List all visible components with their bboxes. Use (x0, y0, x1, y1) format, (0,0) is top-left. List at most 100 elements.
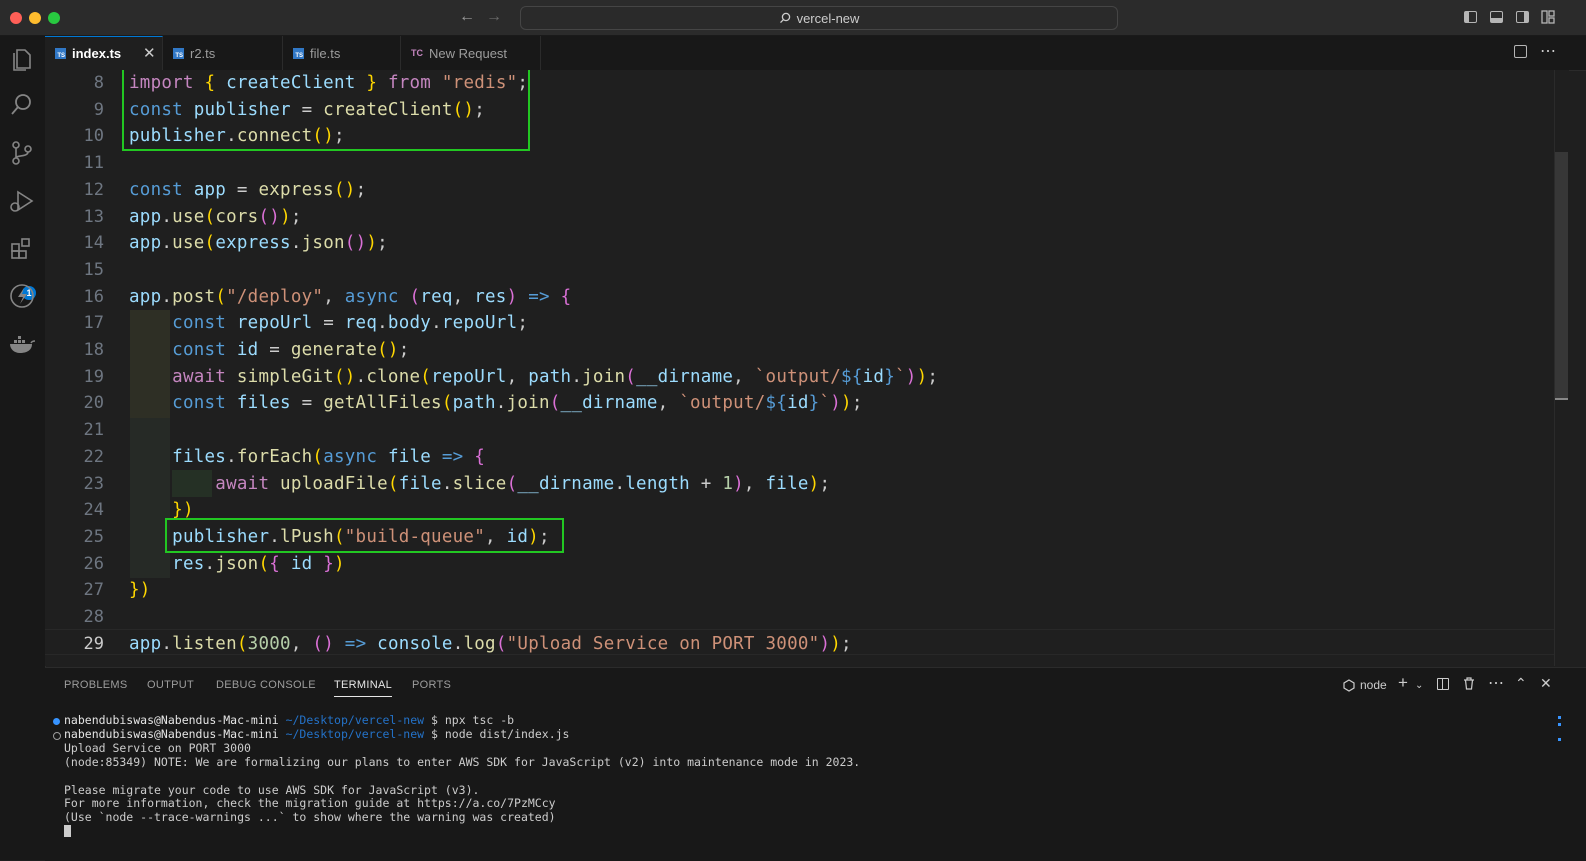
typescript-file-icon: TS (293, 47, 304, 59)
minimize-window-button[interactable] (29, 12, 41, 24)
terminal-line: For more information, check the migratio… (64, 796, 556, 811)
highlight-box-lpush (165, 518, 564, 553)
line-number: 18 (83, 340, 104, 360)
code-line: const app = express(); (129, 179, 367, 200)
line-number: 22 (83, 446, 104, 467)
line-number: 25 (83, 526, 104, 547)
title-bar: ← → vercel-new (0, 0, 1586, 36)
line-number: 13 (83, 206, 104, 227)
line-number: 28 (83, 607, 104, 627)
code-line: const files = getAllFiles(path.join(__di… (172, 393, 863, 414)
code-line: app.listen(3000, () => console.log("Uplo… (129, 633, 852, 654)
line-number: 23 (83, 473, 104, 494)
terminal-shell-name[interactable]: node (1360, 678, 1387, 692)
line-number: 14 (83, 233, 104, 254)
line-number: 26 (83, 553, 104, 574)
close-icon[interactable]: ✕ (143, 44, 156, 62)
run-debug-icon[interactable] (7, 186, 37, 216)
code-editor[interactable]: 8 9 10 11 12 13 14 15 16 17 18 19 20 21 … (45, 70, 1554, 666)
editor-tab-bar: TS index.ts ✕ TS r2.ts TS file.ts TC New… (45, 36, 1586, 71)
line-number: 19 (83, 366, 104, 387)
prompt-user: nabendubiswas@Nabendus-Mac-mini (64, 713, 279, 727)
command-center[interactable]: vercel-new (520, 6, 1118, 30)
search-icon[interactable] (7, 90, 37, 120)
chevron-down-icon[interactable]: ⌄ (1415, 680, 1423, 691)
tab-new-request[interactable]: TC New Request (401, 36, 541, 70)
terminal-output[interactable]: nabendubiswas@Nabendus-Mac-mini ~/Deskto… (64, 713, 861, 825)
terminal-line: Upload Service on PORT 3000 (64, 740, 251, 755)
zoom-window-button[interactable] (48, 12, 60, 24)
tab-ports[interactable]: PORTS (412, 679, 451, 691)
line-number: 15 (83, 259, 104, 280)
tab-debug-console[interactable]: DEBUG CONSOLE (216, 679, 316, 691)
docker-icon[interactable] (7, 329, 37, 359)
prompt-user: nabendubiswas@Nabendus-Mac-mini (64, 726, 279, 741)
typescript-file-icon: TS (173, 47, 184, 59)
code-line: const repoUrl = req.body.repoUrl; (172, 313, 529, 334)
toggle-secondary-sidebar-icon[interactable] (1516, 11, 1529, 23)
scrollbar-thumb[interactable] (1555, 152, 1568, 400)
close-panel-icon[interactable]: ✕ (1540, 675, 1552, 692)
code-line: }) (129, 580, 151, 601)
command-success-dot (53, 718, 60, 725)
code-line: await uploadFile(file.slice(__dirname.le… (215, 473, 831, 494)
code-line: app.use(express.json()); (129, 233, 388, 254)
prompt-path: ~/Desktop/vercel-new (285, 713, 425, 727)
terminal-line: (Use `node --trace-warnings ...` to show… (64, 810, 556, 825)
terminal-cursor (64, 825, 71, 837)
close-window-button[interactable] (10, 12, 22, 24)
line-number: 8 (93, 73, 104, 93)
tab-problems[interactable]: PROBLEMS (64, 679, 128, 691)
tab-r2-ts[interactable]: TS r2.ts (163, 36, 283, 70)
command-running-dot (53, 732, 61, 740)
arrow-right-icon[interactable]: → (486, 8, 502, 26)
prompt-path: ~/Desktop/vercel-new (285, 726, 425, 741)
tab-label: New Request (429, 45, 508, 61)
line-number: 24 (83, 500, 104, 521)
split-editor-icon[interactable] (1514, 45, 1527, 58)
line-number: 21 (83, 420, 104, 441)
tab-output[interactable]: OUTPUT (147, 679, 194, 691)
source-control-icon[interactable] (7, 138, 37, 168)
more-actions-icon[interactable]: ⋯ (1488, 673, 1504, 693)
scrollbar-mark (1558, 716, 1561, 719)
scrollbar-cursor-mark (1555, 398, 1568, 400)
terminal-command: $ npx tsc -b (431, 713, 515, 727)
terminal-shell-icon (1343, 679, 1355, 692)
arrow-left-icon[interactable]: ← (459, 8, 475, 26)
code-line: files.forEach(async file => { (172, 446, 486, 467)
line-number: 10 (83, 126, 104, 147)
line-number-gutter: 8 9 10 11 12 13 14 15 16 17 18 19 20 21 … (45, 70, 105, 666)
more-actions-icon[interactable]: ⋯ (1540, 41, 1556, 61)
bottom-panel: PROBLEMS OUTPUT DEBUG CONSOLE TERMINAL P… (45, 667, 1586, 861)
maximize-panel-icon[interactable]: ⌃ (1515, 675, 1527, 692)
trash-icon[interactable] (1463, 677, 1475, 690)
code-line: res.json({ id }) (172, 553, 345, 574)
search-icon (779, 12, 790, 24)
customize-layout-icon[interactable] (1541, 10, 1555, 24)
code-line: app.use(cors()); (129, 206, 302, 227)
line-number: 9 (93, 99, 104, 120)
command-center-text: vercel-new (796, 10, 860, 26)
split-terminal-icon[interactable] (1437, 678, 1449, 690)
line-number: 16 (83, 286, 104, 307)
toggle-panel-icon[interactable] (1490, 11, 1503, 23)
files-icon[interactable] (7, 44, 37, 74)
extensions-icon[interactable] (7, 234, 37, 264)
toggle-primary-sidebar-icon[interactable] (1464, 11, 1477, 23)
highlight-box-redis-client (122, 70, 530, 151)
new-terminal-icon[interactable]: + (1398, 673, 1408, 693)
scrollbar-mark (1558, 723, 1561, 726)
terminal-line: Please migrate your code to use AWS SDK … (64, 782, 480, 797)
tab-terminal[interactable]: TERMINAL (334, 679, 393, 697)
line-number: 17 (83, 313, 104, 334)
code-line: app.post("/deploy", async (req, res) => … (129, 286, 572, 307)
line-number: 29 (83, 633, 104, 654)
lightning-icon[interactable] (7, 281, 37, 311)
scrollbar-mark (1558, 738, 1561, 741)
line-number: 11 (83, 153, 104, 174)
terminal-line: (node:85349) NOTE: We are formalizing ou… (64, 754, 861, 769)
code-line: await simpleGit().clone(repoUrl, path.jo… (172, 366, 939, 387)
tab-file-ts[interactable]: TS file.ts (283, 36, 401, 70)
code-line: const id = generate(); (172, 340, 410, 360)
